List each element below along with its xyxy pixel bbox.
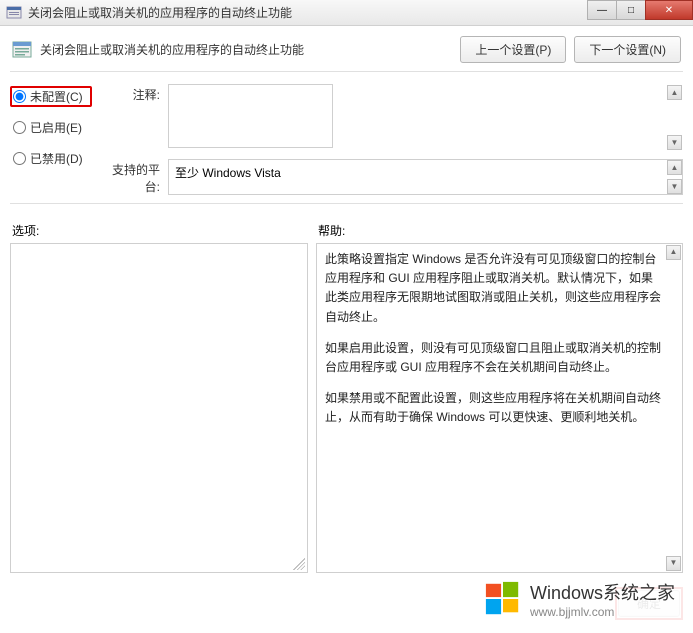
page-title: 关闭会阻止或取消关机的应用程序的自动终止功能 xyxy=(40,41,460,58)
separator xyxy=(10,203,683,204)
help-pane: 此策略设置指定 Windows 是否允许没有可见顶级窗口的控制台应用程序和 GU… xyxy=(316,243,683,573)
close-button[interactable]: ✕ xyxy=(645,0,693,20)
help-paragraph: 此策略设置指定 Windows 是否允许没有可见顶级窗口的控制台应用程序和 GU… xyxy=(325,250,664,327)
scroll-down-icon[interactable]: ▼ xyxy=(667,179,682,194)
section-labels: 选项: 帮助: xyxy=(0,212,693,243)
radio-column: 未配置(C) 已启用(E) 已禁用(D) xyxy=(10,84,92,195)
comment-label: 注释: xyxy=(104,84,160,103)
platform-label: 支持的平台: xyxy=(104,159,160,195)
radio-enabled-input[interactable] xyxy=(13,121,26,134)
radio-not-configured[interactable]: 未配置(C) xyxy=(10,86,92,107)
options-label: 选项: xyxy=(12,222,318,239)
panes: 此策略设置指定 Windows 是否允许没有可见顶级窗口的控制台应用程序和 GU… xyxy=(0,243,693,581)
watermark-text: Windows系统之家 www.bjjmlv.com xyxy=(530,579,675,619)
watermark-line2: www.bjjmlv.com xyxy=(530,605,675,619)
radio-enabled[interactable]: 已启用(E) xyxy=(10,117,92,138)
radio-disabled-label: 已禁用(D) xyxy=(30,150,83,167)
resize-grip-icon[interactable] xyxy=(293,558,305,570)
help-label: 帮助: xyxy=(318,222,345,239)
comment-wrap: ▲ ▼ xyxy=(168,84,683,151)
radio-not-configured-input[interactable] xyxy=(13,90,26,103)
scroll-down-icon[interactable]: ▼ xyxy=(667,135,682,150)
scroll-up-icon[interactable]: ▲ xyxy=(666,245,681,260)
policy-icon xyxy=(6,5,22,21)
watermark-line1: Windows系统之家 xyxy=(530,583,675,603)
scroll-up-icon[interactable]: ▲ xyxy=(667,85,682,100)
radio-disabled-input[interactable] xyxy=(13,152,26,165)
scroll-up-icon[interactable]: ▲ xyxy=(667,160,682,175)
right-column: 注释: ▲ ▼ 支持的平台: 至少 Windows Vista ▲ ▼ xyxy=(104,84,683,195)
nav-buttons: 上一个设置(P) 下一个设置(N) xyxy=(460,36,681,63)
comment-row: 注释: ▲ ▼ xyxy=(104,84,683,151)
platform-wrap: 至少 Windows Vista ▲ ▼ xyxy=(168,159,683,195)
titlebar: 关闭会阻止或取消关机的应用程序的自动终止功能 — □ ✕ xyxy=(0,0,693,26)
help-paragraph: 如果禁用或不配置此设置，则这些应用程序将在关机期间自动终止，从而有助于确保 Wi… xyxy=(325,389,664,427)
platform-row: 支持的平台: 至少 Windows Vista ▲ ▼ xyxy=(104,159,683,195)
policy-header-icon xyxy=(12,40,32,60)
comment-input[interactable] xyxy=(168,84,333,148)
options-pane xyxy=(10,243,308,573)
config-area: 未配置(C) 已启用(E) 已禁用(D) 注释: ▲ ▼ 支持的平台: 至少 W… xyxy=(0,80,693,201)
radio-enabled-label: 已启用(E) xyxy=(30,119,82,136)
next-setting-button[interactable]: 下一个设置(N) xyxy=(574,36,681,63)
window-controls: — □ ✕ xyxy=(588,0,693,20)
scroll-down-icon[interactable]: ▼ xyxy=(666,556,681,571)
platform-value: 至少 Windows Vista xyxy=(168,159,683,195)
radio-not-configured-label: 未配置(C) xyxy=(30,88,83,105)
radio-disabled[interactable]: 已禁用(D) xyxy=(10,148,92,169)
watermark: Windows系统之家 www.bjjmlv.com xyxy=(476,575,683,623)
help-paragraph: 如果启用此设置，则没有可见顶级窗口且阻止或取消关机的控制台应用程序或 GUI 应… xyxy=(325,339,664,377)
minimize-button[interactable]: — xyxy=(587,0,617,20)
header-row: 关闭会阻止或取消关机的应用程序的自动终止功能 上一个设置(P) 下一个设置(N) xyxy=(0,26,693,69)
windows-logo-icon xyxy=(484,580,522,618)
separator xyxy=(10,71,683,72)
prev-setting-button[interactable]: 上一个设置(P) xyxy=(460,36,566,63)
maximize-button[interactable]: □ xyxy=(616,0,646,20)
